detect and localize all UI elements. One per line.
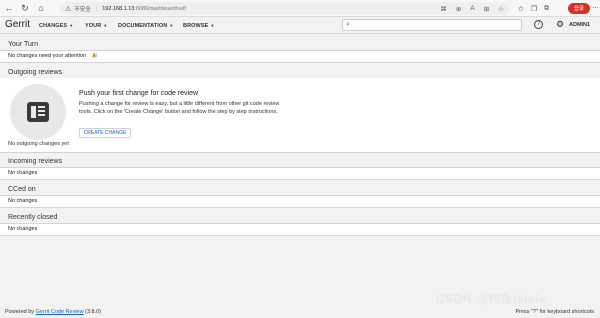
address-bar-actions: ⌘ ⊕ A ⊞ ☆	[440, 2, 504, 15]
push-title: Push your first change for code review	[79, 90, 199, 97]
section-title: Incoming reviews	[0, 155, 600, 168]
section-title: Recently closed	[0, 211, 600, 224]
nav-your[interactable]: YOUR ▼	[85, 23, 107, 29]
document-icon	[27, 102, 49, 122]
create-change-button[interactable]: CREATE CHANGE	[79, 128, 131, 138]
nav-documentation[interactable]: DOCUMENTATION ▼	[118, 23, 173, 29]
favorites-icon[interactable]: ✩	[518, 5, 524, 13]
keyboard-shortcut-hint: Press "?" for keyboard shortcuts	[515, 309, 595, 315]
section-recently-closed: Recently closed No changes	[0, 211, 600, 236]
nav-changes[interactable]: CHANGES ▼	[39, 23, 73, 29]
chevron-down-icon: ▼	[210, 23, 215, 28]
section-title: CCed on	[0, 183, 600, 196]
section-cced: CCed on No changes	[0, 183, 600, 208]
more-menu-icon[interactable]: ⋯	[592, 4, 599, 12]
chevron-down-icon: ▼	[69, 23, 74, 28]
section-incoming: Incoming reviews No changes	[0, 155, 600, 180]
nav-your-label: YOUR	[85, 23, 102, 29]
section-body: No changes	[0, 224, 600, 236]
security-label: 不安全	[74, 6, 91, 13]
url-path: :8080/dashboard/self	[134, 5, 186, 12]
translate-icon[interactable]: ⌘	[440, 5, 447, 13]
version-label: (3.8.0)	[85, 309, 102, 315]
nav-changes-label: CHANGES	[39, 23, 68, 29]
extensions-icon[interactable]: ⧉	[544, 5, 549, 13]
nav-browse-label: BROWSE	[183, 23, 209, 29]
url-separator: |	[95, 5, 98, 12]
nav-documentation-label: DOCUMENTATION	[118, 23, 168, 29]
help-icon[interactable]: ?	[534, 20, 543, 29]
celebrate-icon: 🎉	[91, 53, 98, 59]
nav-browse[interactable]: BROWSE ▼	[183, 23, 214, 29]
back-icon[interactable]: ←	[2, 1, 16, 15]
watermark: CSDN @钓鱼lalala	[436, 292, 547, 306]
gerrit-link[interactable]: Gerrit Code Review	[36, 309, 84, 315]
login-button[interactable]: 登录	[568, 3, 590, 14]
chevron-down-icon: ▼	[103, 23, 108, 28]
search-icon: ⌕	[346, 21, 350, 28]
empty-state-text: No changes need your attention	[8, 53, 86, 59]
powered-by-label: Powered by	[5, 309, 35, 315]
section-body: No changes	[0, 196, 600, 208]
settings-gear-icon[interactable]: ⚙	[556, 19, 564, 30]
warning-icon: ⚠	[65, 5, 72, 13]
collections-icon[interactable]: ❐	[531, 5, 537, 13]
footer-powered-by: Powered by Gerrit Code Review (3.8.0)	[5, 309, 101, 315]
chevron-down-icon: ▼	[169, 23, 174, 28]
empty-state-text: No outgoing changes yet	[8, 141, 69, 147]
account-menu[interactable]: ADMIN1	[569, 22, 590, 28]
gerrit-logo[interactable]: Gerrit	[5, 19, 30, 30]
section-body: No changes	[0, 168, 600, 180]
home-icon[interactable]: ⌂	[34, 1, 48, 15]
apps-icon[interactable]: ⊞	[484, 5, 489, 13]
section-your-turn: Your Turn No changes need your attention…	[0, 38, 600, 63]
read-aloud-icon[interactable]: A	[470, 5, 474, 12]
section-title: Your Turn	[0, 38, 600, 51]
favorite-star-icon[interactable]: ☆	[498, 5, 504, 13]
url-host: 192.168.1.13	[102, 5, 135, 12]
zoom-icon[interactable]: ⊕	[456, 5, 461, 13]
push-description: Pushing a change for review is easy, but…	[79, 101, 280, 115]
section-body: No changes need your attention 🎉	[0, 51, 600, 63]
reload-icon[interactable]: ↻	[18, 1, 32, 15]
address-bar[interactable]: ⚠ 不安全 | 192.168.1.13:8080/dashboard/self…	[60, 2, 510, 15]
search-input[interactable]: ⌕	[342, 19, 522, 31]
extension-icons: ✩ ❐ ⧉	[518, 2, 549, 15]
